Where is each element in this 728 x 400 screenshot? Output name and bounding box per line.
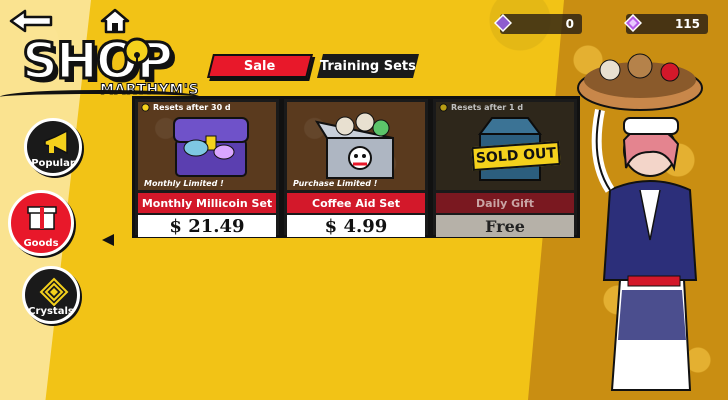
currency-value: 0 [565, 17, 574, 31]
megaphone-icon [44, 129, 68, 155]
gift-box-icon [27, 206, 57, 230]
product-price: $ 21.49 [138, 215, 276, 237]
product-name: Monthly Millicoin Set [138, 193, 276, 213]
nav-crystals[interactable]: Crystals [22, 266, 80, 324]
crystal-icon [39, 277, 69, 307]
shopkeeper-character [577, 53, 703, 391]
bell-icon [123, 37, 151, 65]
currency-counter-crystals: 0 [500, 14, 582, 34]
product-name: Daily Gift [436, 193, 574, 213]
product-card-coffee-aid[interactable]: Purchase Limited ! Coffee Aid Set $ 4.99 [281, 96, 431, 238]
nav-popular[interactable]: Popular [24, 118, 82, 176]
nav-popular-label: Popular [31, 158, 75, 169]
nav-goods-label: Goods [23, 238, 59, 249]
gem-icon [624, 14, 642, 32]
treasure-chest-icon [173, 117, 249, 177]
reset-text: Resets after 30 d [153, 103, 231, 112]
reset-timer: Resets after 30 d [141, 103, 231, 112]
limit-tag: Monthly Limited ! [144, 179, 224, 188]
tab-sale[interactable]: Sale [207, 54, 313, 78]
nav-goods[interactable]: Goods [8, 190, 74, 256]
coffee-box-icon [315, 112, 394, 179]
tab-training-sets-label: Training Sets [320, 58, 417, 74]
product-card-monthly-millicoin[interactable]: Resets after 30 d Monthly Limited ! Mont… [132, 96, 282, 238]
product-image: Resets after 30 d Monthly Limited ! [138, 102, 276, 190]
product-price: $ 4.99 [287, 215, 425, 237]
nav-crystals-label: Crystals [28, 306, 74, 317]
product-name: Coffee Aid Set [287, 193, 425, 213]
clock-icon [141, 103, 150, 112]
product-price: Free [436, 215, 574, 237]
tab-sale-label: Sale [244, 58, 276, 74]
product-card-daily-gift[interactable]: Resets after 1 d SOLD OUT Daily Gift Fre… [430, 96, 580, 238]
selection-indicator-icon [102, 234, 114, 246]
purple-crystal-icon [494, 14, 512, 32]
product-image: Resets after 1 d SOLD OUT [436, 102, 574, 190]
currency-value: 115 [674, 17, 700, 31]
limit-tag: Purchase Limited ! [293, 179, 378, 188]
tab-training-sets[interactable]: Training Sets [317, 54, 419, 78]
product-image: Purchase Limited ! [287, 102, 425, 190]
